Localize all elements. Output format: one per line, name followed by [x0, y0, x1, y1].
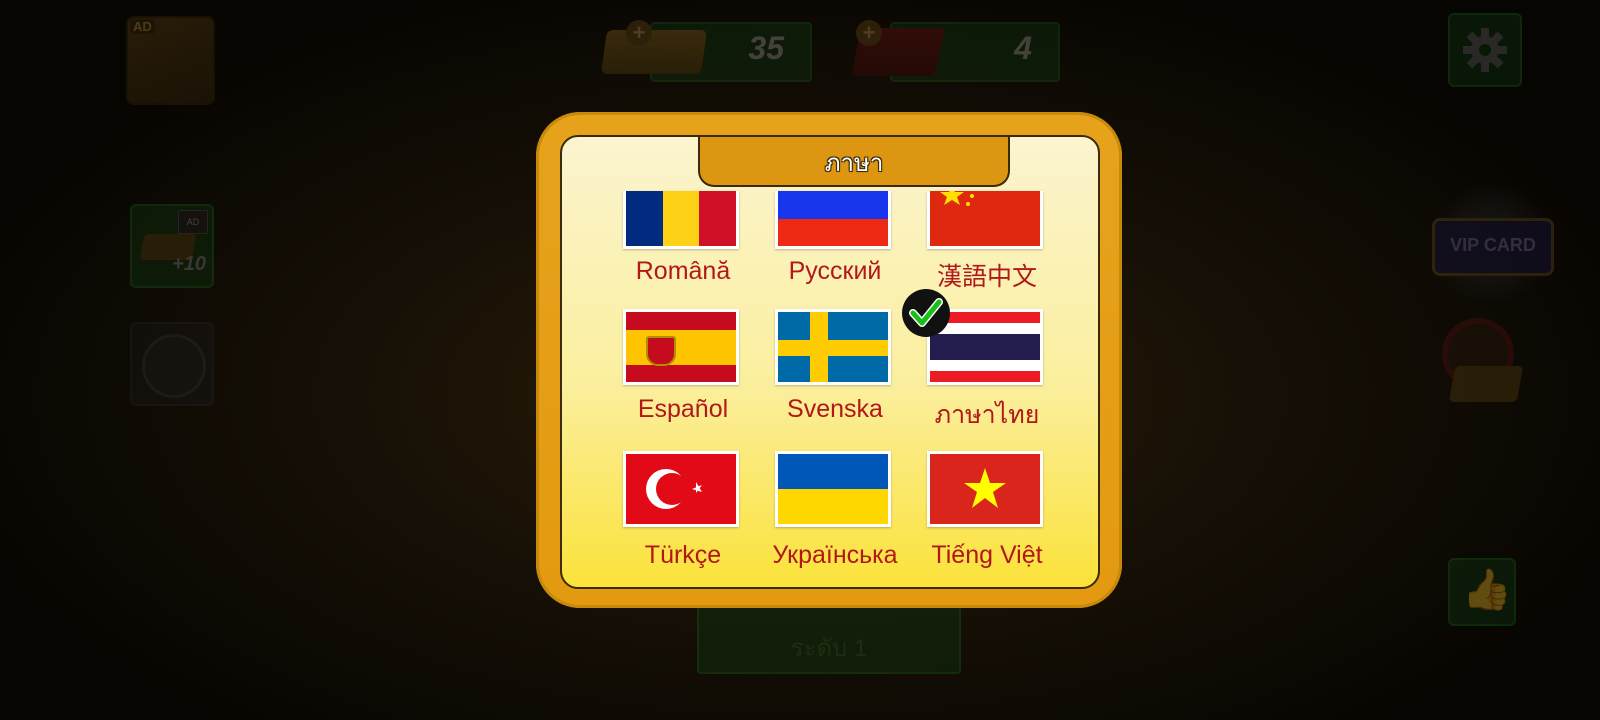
add-ruby-button[interactable]: +	[856, 20, 882, 46]
language-label: Svenska	[787, 395, 883, 423]
gear-icon	[1463, 28, 1507, 72]
spain-flag-icon	[623, 309, 739, 385]
star-icon	[964, 468, 1006, 508]
settings-button[interactable]	[1448, 13, 1522, 87]
coat-of-arms-icon	[646, 335, 676, 366]
language-option-turkce[interactable]: Türkçe	[603, 451, 763, 571]
vietnam-flag-icon	[927, 451, 1043, 527]
language-label: ภาษาไทย	[934, 401, 1040, 429]
language-label: Русский	[788, 257, 882, 285]
crescent-star-icon	[646, 469, 702, 509]
ukraine-flag-icon	[775, 451, 891, 527]
gold-bar-icon	[600, 30, 708, 74]
russia-flag-icon	[775, 191, 891, 249]
wheel-icon	[142, 334, 206, 398]
language-grid: Română Русский 漢語中文 Español Svenska ภาษา…	[562, 137, 1098, 587]
language-label: Tiếng Việt	[931, 541, 1043, 569]
language-option-espanol[interactable]: Español	[603, 309, 763, 429]
language-label: Español	[637, 395, 729, 423]
like-button[interactable]: 👍	[1448, 558, 1516, 626]
thumbs-up-icon: 👍	[1462, 568, 1512, 612]
timed-gold-icon	[1448, 366, 1524, 402]
vip-card-label: VIP CARD	[1432, 218, 1554, 276]
ad-badge: AD	[130, 19, 155, 34]
ad-promo-thumbnail[interactable]: AD	[126, 16, 215, 105]
language-option-chinese[interactable]: 漢語中文	[907, 171, 1067, 291]
language-label: Türkçe	[644, 541, 722, 569]
romania-flag-icon	[623, 191, 739, 249]
vip-card-button[interactable]: VIP CARD	[1426, 180, 1554, 308]
turkey-flag-icon	[623, 451, 739, 527]
china-flag-icon	[927, 191, 1043, 249]
level-label: ระดับ 1	[790, 635, 868, 662]
language-label: 漢語中文	[936, 263, 1037, 291]
language-label: Română	[635, 257, 731, 285]
checkmark-icon	[909, 298, 943, 327]
ruby-count: 4	[1014, 30, 1032, 66]
sweden-flag-icon	[775, 309, 891, 385]
dialog-title-tab: ภาษา	[698, 137, 1010, 187]
bonus-amount: +10	[172, 253, 206, 275]
dialog-title: ภาษา	[824, 150, 884, 177]
watch-ad-bonus-button[interactable]: AD +10	[130, 204, 214, 288]
language-dialog: ภาษา Română Русский 漢語中文 Español Svenska…	[536, 112, 1122, 608]
selected-check-badge	[902, 289, 950, 337]
language-option-russkiy[interactable]: Русский	[755, 171, 915, 291]
video-ad-icon: AD	[178, 210, 208, 234]
language-label: Українська	[772, 541, 898, 569]
language-dialog-panel: ภาษา Română Русский 漢語中文 Español Svenska…	[560, 135, 1100, 589]
gold-count: 35	[748, 30, 784, 66]
language-option-romana[interactable]: Română	[603, 171, 763, 291]
add-gold-button[interactable]: +	[626, 20, 652, 46]
star-icon	[940, 191, 974, 206]
language-option-tieng-viet[interactable]: Tiếng Việt	[907, 451, 1067, 571]
language-option-svenska[interactable]: Svenska	[755, 309, 915, 429]
language-option-ukrainska[interactable]: Українська	[755, 451, 915, 571]
spin-wheel-button[interactable]	[130, 322, 214, 406]
